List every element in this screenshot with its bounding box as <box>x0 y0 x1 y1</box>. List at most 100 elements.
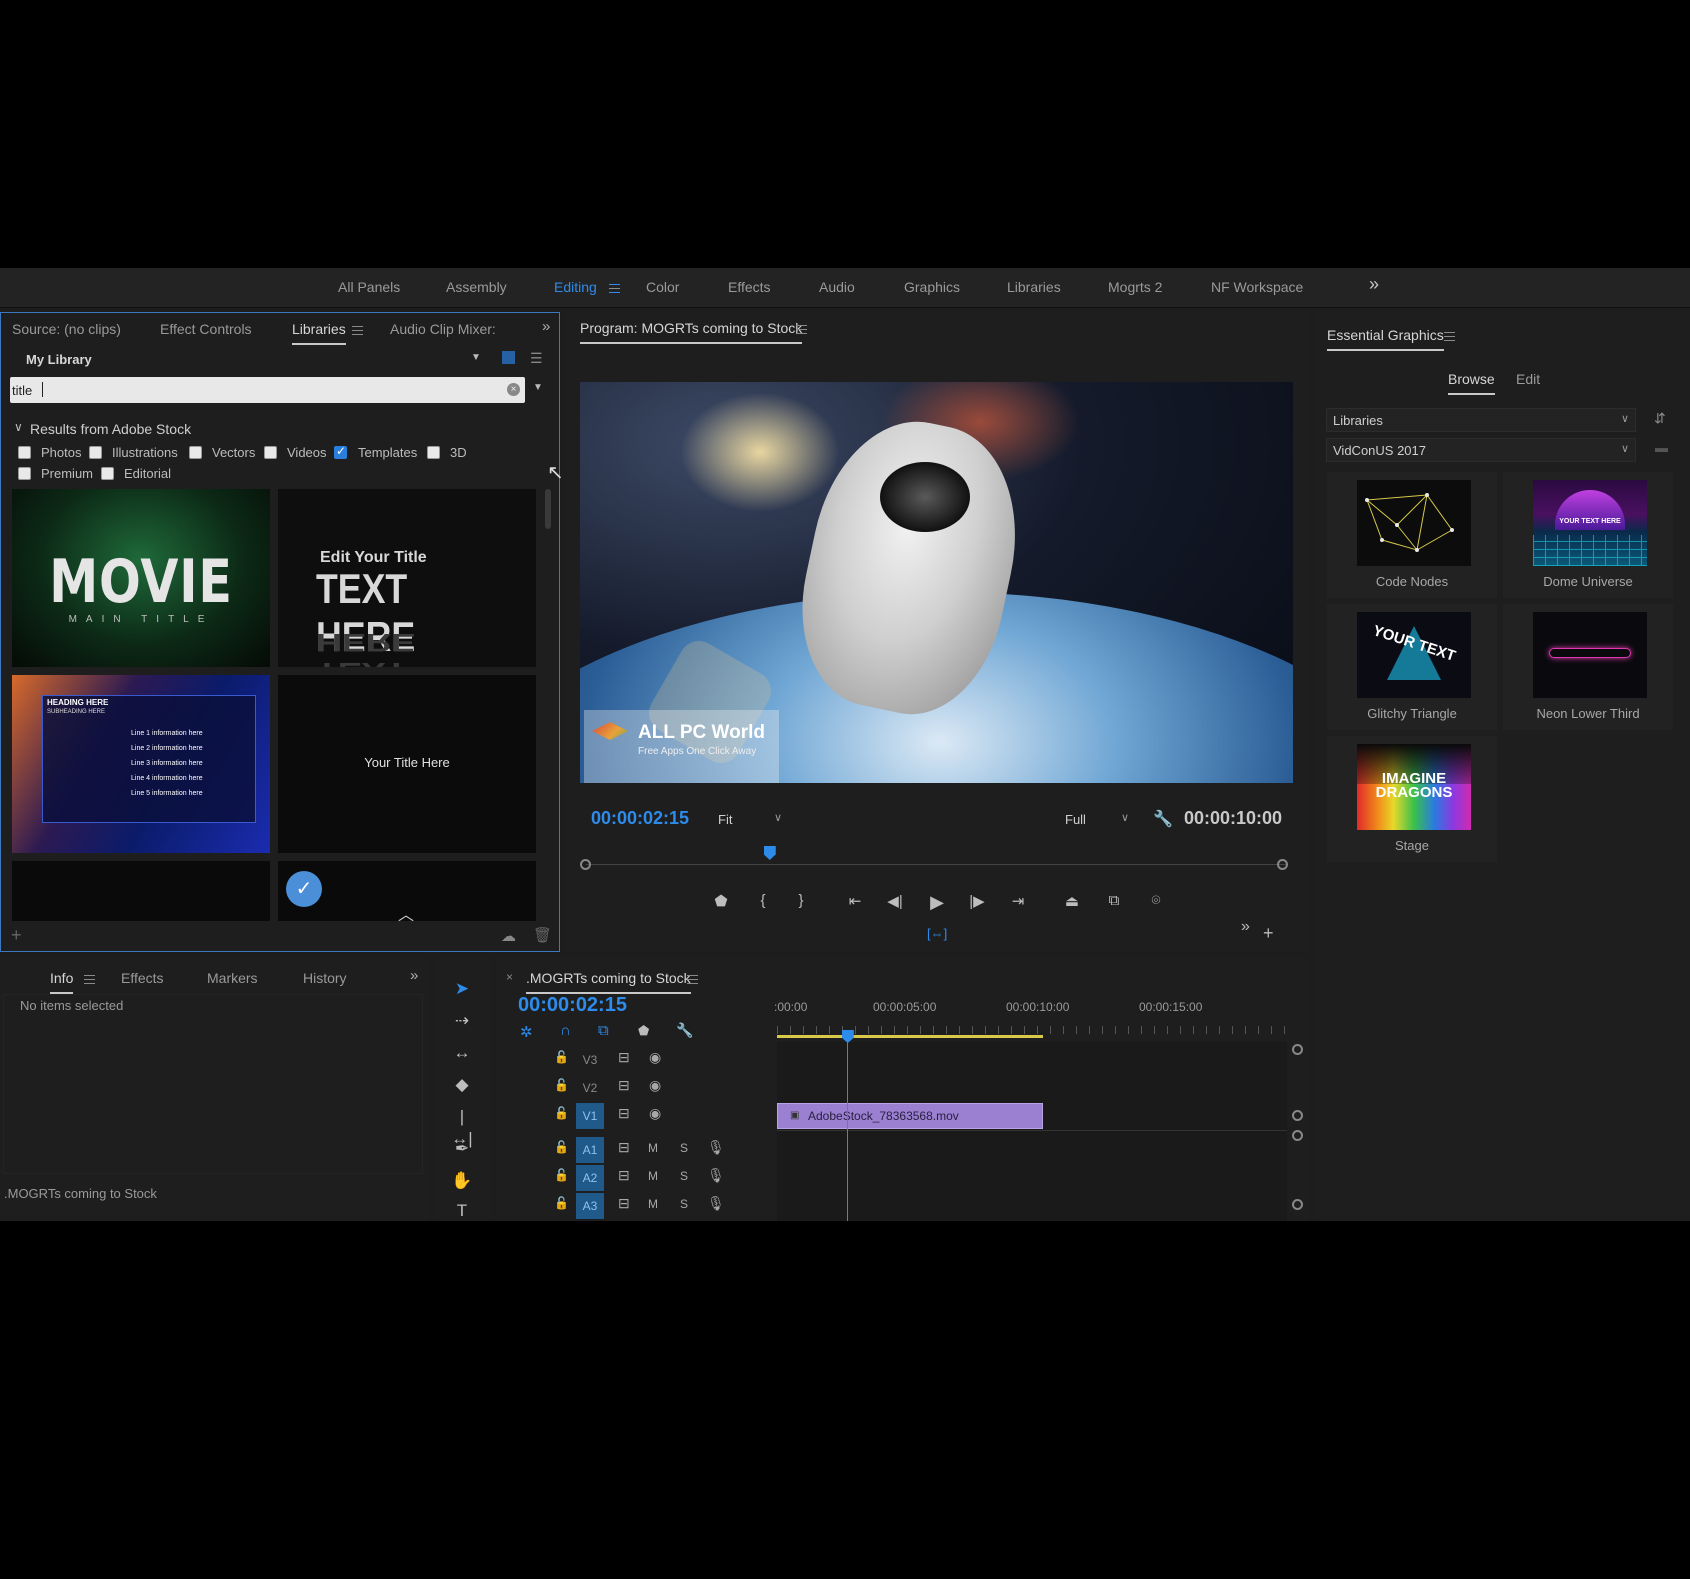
mark-in-icon[interactable]: { <box>752 892 774 909</box>
eg-item-code-nodes[interactable]: Code Nodes <box>1327 472 1497 598</box>
track-label-a1[interactable]: A1 <box>576 1137 604 1163</box>
workspace-libraries[interactable]: Libraries <box>1007 279 1061 295</box>
filter-premium-checkbox[interactable] <box>18 467 31 480</box>
ripple-edit-tool-icon[interactable]: ↔ <box>451 1042 473 1064</box>
lift-icon[interactable]: ⏏ <box>1060 892 1084 910</box>
workspace-all-panels[interactable]: All Panels <box>338 279 400 295</box>
scroll-handle-icon[interactable] <box>1292 1110 1303 1121</box>
sync-lock-icon[interactable]: ⊟ <box>618 1105 630 1122</box>
timeline-sequence-title[interactable]: .MOGRTs coming to Stock <box>526 970 691 994</box>
extract-icon[interactable]: ⧉ <box>1102 892 1126 909</box>
workspace-effects[interactable]: Effects <box>728 279 771 295</box>
timeline-menu-icon[interactable] <box>687 975 698 984</box>
tab-source[interactable]: Source: (no clips) <box>12 321 121 337</box>
scroll-handle-icon[interactable] <box>1292 1130 1303 1141</box>
collapse-results-icon[interactable]: ∨ <box>14 420 23 434</box>
timeline-clip[interactable]: ▣ AdobeStock_78363568.mov <box>777 1103 1043 1129</box>
tab-history[interactable]: History <box>303 970 347 986</box>
eg-source-select[interactable]: Libraries ∨ <box>1326 408 1636 432</box>
microphone-icon[interactable]: 🎙 <box>707 1195 725 1212</box>
search-input[interactable]: title × <box>10 377 525 403</box>
button-editor-icon[interactable]: + <box>1263 923 1274 944</box>
eg-item-glitchy-triangle[interactable]: YOUR TEXT Glitchy Triangle <box>1327 604 1497 730</box>
track-label-v3[interactable]: V3 <box>576 1047 604 1073</box>
go-to-out-icon[interactable]: ⇥ <box>1006 892 1030 910</box>
sync-lock-icon[interactable]: ⊟ <box>618 1167 630 1184</box>
tab-info[interactable]: Info <box>50 970 74 994</box>
step-back-icon[interactable]: ◀| <box>884 892 906 910</box>
close-sequence-icon[interactable]: × <box>506 970 513 984</box>
comparison-view-icon[interactable]: [⇔] <box>927 926 947 941</box>
tab-effect-controls[interactable]: Effect Controls <box>160 321 252 337</box>
filter-photos-checkbox[interactable] <box>18 446 31 459</box>
add-icon[interactable]: + <box>11 925 22 946</box>
tab-audio-clip-mixer[interactable]: Audio Clip Mixer: <box>390 321 496 337</box>
workspace-assembly[interactable]: Assembly <box>446 279 507 295</box>
filter-vectors-checkbox[interactable] <box>189 446 202 459</box>
sync-icon[interactable]: ⇵ <box>1654 410 1666 427</box>
workspace-nf[interactable]: NF Workspace <box>1211 279 1303 295</box>
play-icon[interactable]: ▶ <box>926 892 948 913</box>
eye-icon[interactable]: ◉ <box>649 1105 661 1122</box>
step-forward-icon[interactable]: |▶ <box>966 892 988 910</box>
track-label-v2[interactable]: V2 <box>576 1075 604 1101</box>
program-playhead[interactable] <box>763 846 776 860</box>
tab-libraries[interactable]: Libraries <box>292 321 346 345</box>
info-overflow-icon[interactable]: » <box>410 967 418 984</box>
linked-selection-icon[interactable]: ⧉ <box>598 1022 609 1039</box>
program-menu-icon[interactable] <box>796 325 807 334</box>
scroll-handle-icon[interactable] <box>1292 1199 1303 1210</box>
template-thumb-list[interactable]: HEADING HERE SUBHEADING HERE Line 1 info… <box>12 675 270 853</box>
filter-templates-checkbox[interactable] <box>334 444 347 459</box>
template-thumb-text-here[interactable]: Edit Your Title TEXT HERE TEXT HERE <box>278 489 536 667</box>
timeline-vertical-scroll[interactable] <box>1292 1042 1304 1221</box>
solo-button[interactable]: S <box>680 1197 688 1211</box>
workspace-editing[interactable]: Editing <box>554 279 597 295</box>
timeline-current-time[interactable]: 00:00:02:15 <box>518 994 627 1017</box>
zoom-select[interactable]: Fit ∨ <box>712 808 788 832</box>
solo-button[interactable]: S <box>680 1141 688 1155</box>
sync-lock-icon[interactable]: ⊟ <box>618 1139 630 1156</box>
track-area[interactable] <box>777 1042 1287 1221</box>
sync-lock-icon[interactable]: ⊟ <box>618 1077 630 1094</box>
add-marker-icon[interactable]: ⬟ <box>710 892 732 910</box>
type-tool-icon[interactable]: T <box>451 1200 473 1221</box>
workspace-menu-icon[interactable] <box>609 284 620 293</box>
template-thumb-your-title[interactable]: Your Title Here <box>278 675 536 853</box>
out-handle-icon[interactable] <box>1277 859 1288 870</box>
panel-overflow-icon[interactable]: » <box>542 318 550 335</box>
slip-tool-icon[interactable]: |↔| <box>451 1106 473 1148</box>
sync-lock-icon[interactable]: ⊟ <box>618 1195 630 1212</box>
lock-icon[interactable]: 🔓 <box>554 1078 569 1092</box>
workspace-color[interactable]: Color <box>646 279 679 295</box>
eg-item-stage[interactable]: IMAGINE DRAGONS Stage <box>1327 736 1497 862</box>
go-to-in-icon[interactable]: ⇤ <box>843 892 867 910</box>
program-current-time[interactable]: 00:00:02:15 <box>591 808 689 829</box>
track-select-tool-icon[interactable]: ⇢ <box>451 1010 473 1032</box>
scroll-handle-icon[interactable] <box>1292 1044 1303 1055</box>
lock-icon[interactable]: 🔓 <box>554 1168 569 1182</box>
workspace-audio[interactable]: Audio <box>819 279 855 295</box>
workspace-overflow-icon[interactable]: » <box>1369 274 1379 295</box>
microphone-icon[interactable]: 🎙 <box>707 1167 725 1184</box>
mute-button[interactable]: M <box>648 1169 658 1183</box>
lock-icon[interactable]: 🔓 <box>554 1140 569 1154</box>
razor-tool-icon[interactable]: ◆ <box>451 1074 473 1096</box>
tab-effects[interactable]: Effects <box>121 970 164 986</box>
trash-icon[interactable]: 🗑 <box>533 926 552 944</box>
library-select[interactable]: My Library ▼ <box>11 347 489 371</box>
eg-item-neon-lower-third[interactable]: Neon Lower Third <box>1503 604 1673 730</box>
tab-edit[interactable]: Edit <box>1516 371 1540 387</box>
search-options-icon[interactable]: ▼ <box>533 382 543 393</box>
work-area-bar[interactable] <box>777 1035 1043 1038</box>
hand-tool-icon[interactable]: ✋ <box>451 1170 473 1192</box>
timeline-playhead[interactable] <box>841 1030 854 1221</box>
nest-icon[interactable]: ✲ <box>520 1023 533 1041</box>
info-menu-icon[interactable] <box>84 975 95 984</box>
mute-button[interactable]: M <box>648 1141 658 1155</box>
solo-button[interactable]: S <box>680 1169 688 1183</box>
pen-tool-icon[interactable]: ✒ <box>451 1138 473 1160</box>
tab-markers[interactable]: Markers <box>207 970 258 986</box>
program-video-frame[interactable]: ALL PC World Free Apps One Click Away <box>580 382 1293 783</box>
monitor-overflow-icon[interactable]: » <box>1241 918 1250 936</box>
